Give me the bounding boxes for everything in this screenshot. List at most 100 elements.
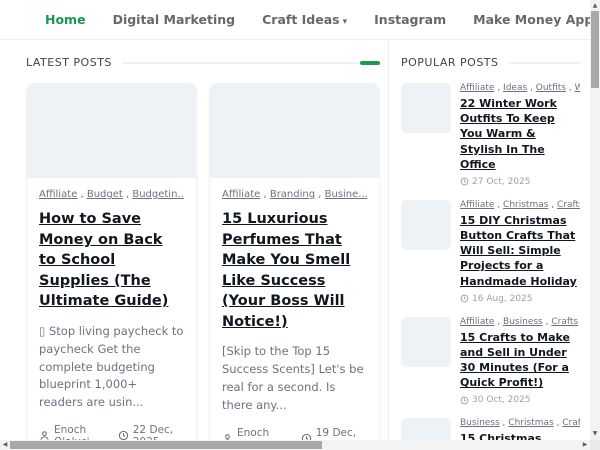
popular-post-thumbnail[interactable]	[401, 83, 451, 133]
post-excerpt: ▯ Stop living paycheck to paycheck Get t…	[39, 323, 184, 412]
post-card-body: Affiliate Branding Busine... 15 Luxurious …	[210, 178, 379, 440]
post-card: Affiliate Branding Busine... 15 Luxurious …	[209, 83, 380, 440]
top-navigation: Home Digital Marketing Craft Ideas▾ Inst…	[0, 0, 590, 40]
scroll-up-arrow-icon[interactable]: ▲	[590, 1, 600, 11]
nav-item-craft-ideas-label: Craft Ideas	[262, 12, 340, 27]
scroll-left-arrow-icon[interactable]: ◀	[0, 440, 10, 450]
vertical-scrollbar-thumb[interactable]	[591, 11, 599, 88]
nav-item-instagram[interactable]: Instagram	[374, 12, 446, 27]
post-categories: Affiliate Branding Busine...	[222, 188, 367, 202]
category-link[interactable]: Budget	[87, 189, 123, 200]
popular-post-date-text: 30 Oct, 2025	[472, 395, 531, 405]
nav-item-digital-marketing[interactable]: Digital Marketing	[113, 12, 236, 27]
clock-icon	[118, 430, 129, 440]
popular-posts-title: POPULAR POSTS	[401, 56, 499, 69]
popular-post-date: 16 Aug, 2025	[460, 294, 580, 304]
category-link[interactable]: Budgetin...	[132, 189, 184, 200]
post-categories: Affiliate Budget Budgetin...	[39, 188, 184, 202]
category-link[interactable]: Christmas	[508, 418, 553, 428]
post-title-link[interactable]: 15 Luxurious Perfumes That Make You Smel…	[222, 209, 367, 332]
category-link[interactable]: Affiliate	[460, 317, 494, 327]
posts-grid: Affiliate Budget Budgetin... How to Save M…	[26, 83, 380, 440]
popular-post-categories: AffiliateChristmasCrafts...	[460, 200, 580, 210]
popular-post-date-text: 16 Aug, 2025	[472, 294, 533, 304]
category-separator	[77, 189, 87, 200]
category-link[interactable]: Affiliate	[39, 189, 77, 200]
popular-post-text: Affiliate Ideas Outfits Wi... 22 Winter Wor…	[460, 83, 580, 187]
chevron-down-icon: ▾	[343, 17, 348, 27]
section-divider-line	[122, 62, 360, 64]
category-separator	[494, 83, 503, 93]
popular-post-title-link[interactable]: 15 DIY Christmas Button Crafts That Will…	[460, 213, 580, 289]
post-date-text: 22 Dec, 2025	[133, 424, 184, 440]
latest-posts-header: LATEST POSTS	[26, 56, 380, 69]
category-separator	[494, 200, 503, 210]
popular-post-categories: Affiliate Ideas Outfits Wi...	[460, 83, 580, 93]
content-area: LATEST POSTS Affiliate Budget Budgetin... …	[0, 40, 590, 440]
category-link[interactable]: Crafts...	[562, 418, 580, 428]
scroll-right-arrow-icon[interactable]: ▶	[580, 440, 590, 450]
category-link[interactable]: Wi...	[575, 83, 580, 93]
category-link[interactable]: Crafts	[551, 317, 578, 327]
category-link[interactable]: Affiliate	[460, 200, 494, 210]
popular-posts-header: POPULAR POSTS	[401, 56, 580, 69]
post-date-text: 19 Dec, 2025	[316, 427, 367, 440]
popular-post-title-link[interactable]: 22 Winter Work Outfits To Keep You Warm …	[460, 96, 580, 172]
popular-post-thumbnail[interactable]	[401, 418, 451, 440]
category-link[interactable]: Crafts	[557, 200, 580, 210]
post-thumbnail[interactable]	[210, 84, 379, 178]
horizontal-scrollbar[interactable]: ◀ ▶	[0, 440, 590, 450]
category-separator	[548, 200, 557, 210]
nav-item-home[interactable]: Home	[45, 12, 86, 27]
person-icon	[222, 433, 233, 440]
category-link[interactable]: Outfits	[536, 83, 566, 93]
post-meta: Enoch Olalusi 19 Dec, 2025	[222, 427, 367, 440]
category-link[interactable]: Branding	[270, 189, 315, 200]
popular-post-thumbnail[interactable]	[401, 200, 451, 250]
post-thumbnail[interactable]	[27, 84, 196, 178]
latest-posts-title: LATEST POSTS	[26, 56, 112, 69]
popular-post-title-link[interactable]: 15 Christmas Crafts to Sell: Make Money …	[460, 431, 580, 440]
post-excerpt: [Skip to the Top 15 Success Scents] Let'…	[222, 343, 367, 414]
clock-icon	[301, 433, 312, 440]
latest-posts-section: LATEST POSTS Affiliate Budget Budgetin... …	[0, 40, 388, 440]
popular-post-title-link[interactable]: 15 Crafts to Make and Sell in Under 30 M…	[460, 330, 580, 391]
category-separator	[566, 83, 575, 93]
popular-post-date-text: 27 Oct, 2025	[472, 177, 531, 187]
category-separator	[500, 418, 509, 428]
page: Home Digital Marketing Craft Ideas▾ Inst…	[0, 0, 590, 440]
category-separator	[123, 189, 133, 200]
popular-post-item: Business Christmas Crafts... 15 Christmas …	[401, 418, 580, 440]
post-author: Enoch Olalusi	[222, 427, 289, 440]
category-link[interactable]: Affiliate	[222, 189, 260, 200]
scrollbar-corner	[590, 440, 600, 450]
category-separator	[494, 317, 503, 327]
horizontal-scrollbar-thumb[interactable]	[10, 441, 322, 449]
popular-post-date: 30 Oct, 2025	[460, 395, 580, 405]
popular-post-text: AffiliateChristmasCrafts... 15 DIY Chris…	[460, 200, 580, 304]
vertical-scrollbar[interactable]: ▲ ▼	[590, 0, 600, 440]
clock-icon	[460, 294, 469, 303]
popular-posts-sidebar: POPULAR POSTS Affiliate Ideas Outfits Wi...…	[388, 40, 590, 440]
category-link[interactable]: Business	[503, 317, 543, 327]
popular-post-item: Affiliate Ideas Outfits Wi... 22 Winter Wor…	[401, 83, 580, 187]
popular-post-item: AffiliateChristmasCrafts... 15 DIY Chris…	[401, 200, 580, 304]
post-author-name: Enoch Olalusi	[54, 424, 106, 440]
category-link[interactable]: Busine...	[325, 189, 367, 200]
post-meta: Enoch Olalusi 22 Dec, 2025	[39, 424, 184, 440]
category-link[interactable]: Affiliate	[460, 83, 494, 93]
category-link[interactable]: Business	[460, 418, 500, 428]
nav-item-make-money-apps[interactable]: Make Money Apps	[473, 12, 590, 27]
popular-post-thumbnail[interactable]	[401, 317, 451, 367]
category-link[interactable]: Christmas	[503, 200, 548, 210]
post-title-link[interactable]: How to Save Money on Back to School Supp…	[39, 209, 184, 312]
post-card: Affiliate Budget Budgetin... How to Save M…	[26, 83, 197, 440]
scroll-down-arrow-icon[interactable]: ▼	[590, 429, 600, 439]
popular-post-categories: AffiliateBusinessCrafts...	[460, 317, 580, 327]
category-link[interactable]: Ideas	[503, 83, 527, 93]
popular-post-text: AffiliateBusinessCrafts... 15 Crafts to …	[460, 317, 580, 406]
post-author: Enoch Olalusi	[39, 424, 106, 440]
nav-item-craft-ideas[interactable]: Craft Ideas▾	[262, 12, 347, 27]
section-divider-line	[509, 62, 581, 64]
popular-post-item: AffiliateBusinessCrafts... 15 Crafts to …	[401, 317, 580, 406]
